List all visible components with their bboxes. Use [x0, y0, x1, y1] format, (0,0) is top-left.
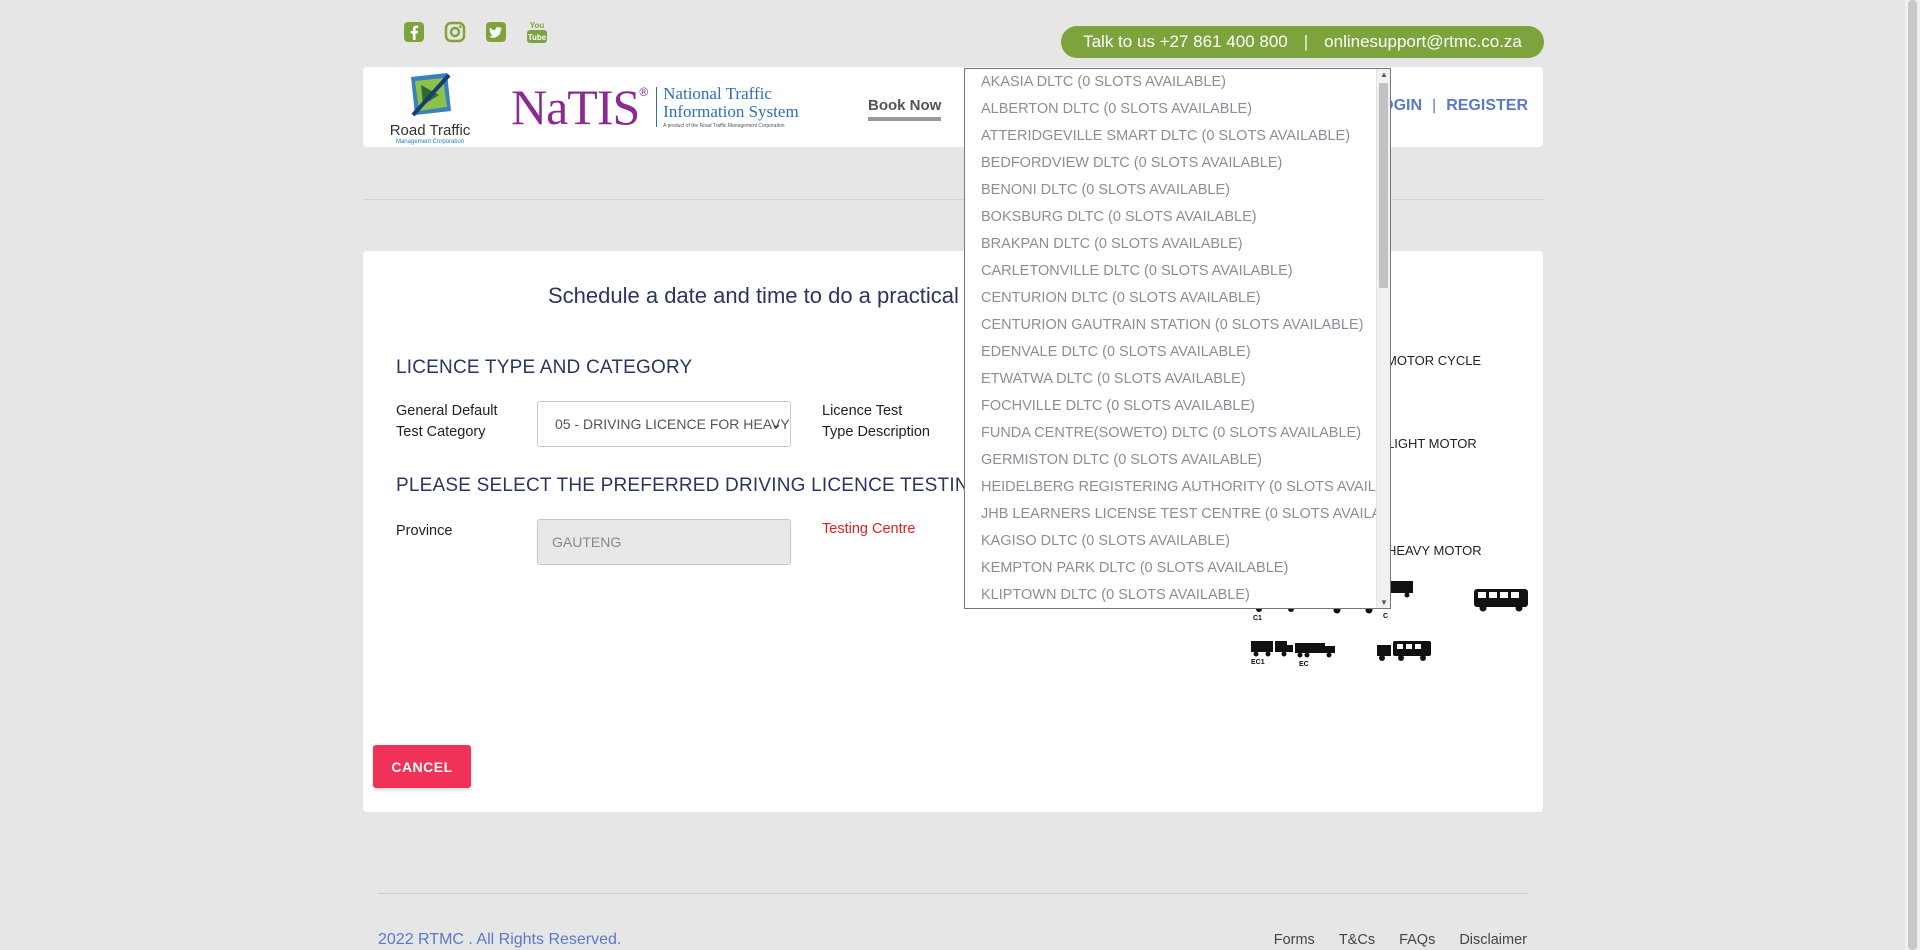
- testing-centre-option[interactable]: JHB LEARNERS LICENSE TEST CENTRE (0 SLOT…: [965, 501, 1390, 528]
- gdtc-label: General Default Test Category: [396, 401, 498, 443]
- testing-centre-option[interactable]: ETWATWA DLTC (0 SLOTS AVAILABLE): [965, 366, 1375, 393]
- category-desc-light: LIGHT MOTOR: [1387, 436, 1477, 451]
- copyright-text: 2022 RTMC . All Rights Reserved.: [378, 931, 622, 948]
- chevron-down-icon: ⌄: [771, 416, 782, 431]
- ltt-label-line1: Licence Test: [822, 403, 903, 419]
- svg-text:Tube: Tube: [528, 33, 547, 42]
- contact-email[interactable]: onlinesupport@rtmc.co.za: [1324, 32, 1522, 52]
- testing-centre-option[interactable]: BRAKPAN DLTC (0 SLOTS AVAILABLE): [965, 231, 1375, 258]
- rtmc-name: Road Traffic: [389, 122, 471, 139]
- rtmc-logo-icon: [411, 73, 451, 117]
- natis-name-block: National Traffic Information System A pr…: [663, 84, 799, 130]
- bus-icon: [1474, 589, 1528, 612]
- rtmc-subtitle: Management Corporation: [395, 139, 465, 145]
- auth-links: LOGIN | REGISTER: [1371, 97, 1528, 115]
- province-value: GAUTENG: [552, 534, 622, 550]
- truck-ec-icon: [1295, 643, 1335, 658]
- youtube-icon[interactable]: You Tube: [525, 20, 549, 44]
- truck-ec1-icon: [1251, 641, 1293, 657]
- natis-name-line1: National Traffic: [663, 84, 772, 103]
- testing-centre-option[interactable]: KEMPTON PARK DLTC (0 SLOTS AVAILABLE): [965, 555, 1375, 582]
- footer-link-tcs[interactable]: T&Cs: [1339, 932, 1375, 948]
- vehicle-caption-ec1: EC1: [1251, 659, 1265, 666]
- testing-centre-option[interactable]: BENONI DLTC (0 SLOTS AVAILABLE): [965, 177, 1375, 204]
- gdtc-label-line2: Test Category: [396, 424, 486, 440]
- twitter-icon[interactable]: [484, 20, 508, 44]
- vehicle-caption-c: C: [1383, 613, 1389, 620]
- testing-centre-option[interactable]: AKASIA DLTC (0 SLOTS AVAILABLE): [965, 69, 1375, 96]
- register-link[interactable]: REGISTER: [1446, 97, 1528, 115]
- book-now-link[interactable]: Book Now: [868, 97, 942, 121]
- testing-centre-option[interactable]: BEDFORDVIEW DLTC (0 SLOTS AVAILABLE): [965, 150, 1375, 177]
- natis-name-line2: Information System: [663, 102, 799, 121]
- ltt-label-line2: Type Description: [822, 424, 930, 440]
- contact-phone[interactable]: Talk to us +27 861 400 800: [1083, 32, 1288, 52]
- natis-logo[interactable]: NaTIS ® National Traffic Information Sys…: [511, 81, 799, 133]
- testing-centre-option[interactable]: GERMISTON DLTC (0 SLOTS AVAILABLE): [965, 447, 1375, 474]
- testing-centre-dropdown[interactable]: AKASIA DLTC (0 SLOTS AVAILABLE) ALBERTON …: [964, 68, 1391, 609]
- footer-link-forms[interactable]: Forms: [1274, 932, 1315, 948]
- contact-separator: |: [1303, 32, 1309, 51]
- page-scrollbar[interactable]: [1905, 0, 1920, 950]
- page-scroll-thumb[interactable]: [1908, 0, 1917, 950]
- testing-centre-option[interactable]: ATTERIDGEVILLE SMART DLTC (0 SLOTS AVAIL…: [965, 123, 1375, 150]
- vehicle-caption-c1: C1: [1253, 615, 1262, 622]
- footer-links: Forms T&Cs FAQs Disclaimer: [1274, 932, 1527, 948]
- gdtc-label-line1: General Default: [396, 403, 498, 419]
- testing-centre-option[interactable]: HEIDELBERG REGISTERING AUTHORITY (0 SLOT…: [965, 474, 1390, 501]
- testing-centre-option[interactable]: CENTURION DLTC (0 SLOTS AVAILABLE): [965, 285, 1375, 312]
- natis-divider: [656, 87, 658, 127]
- cancel-button[interactable]: CANCEL: [373, 745, 471, 788]
- footer-link-faqs[interactable]: FAQs: [1399, 932, 1435, 948]
- testing-centre-option[interactable]: CENTURION GAUTRAIN STATION (0 SLOTS AVAI…: [965, 312, 1375, 339]
- category-desc-heavy: HEAVY MOTOR: [1387, 543, 1482, 558]
- svg-text:You: You: [530, 21, 545, 30]
- page: You Tube Talk to us +27 861 400 800 | onl…: [0, 0, 1920, 950]
- dropdown-scroll-thumb[interactable]: [1379, 83, 1388, 288]
- ltt-label: Licence Test Type Description: [822, 401, 930, 443]
- footer-divider: [378, 893, 1528, 894]
- testing-centre-option[interactable]: KLIPTOWN DLTC (0 SLOTS AVAILABLE): [965, 582, 1375, 608]
- instagram-icon[interactable]: [443, 20, 467, 44]
- natis-registered-mark: ®: [639, 85, 649, 99]
- testing-centre-option[interactable]: FOCHVILLE DLTC (0 SLOTS AVAILABLE): [965, 393, 1375, 420]
- testing-centre-option[interactable]: BOKSBURG DLTC (0 SLOTS AVAILABLE): [965, 204, 1375, 231]
- licence-section-title: LICENCE TYPE AND CATEGORY: [396, 357, 693, 378]
- province-label: Province: [396, 523, 453, 539]
- province-field: GAUTENG: [537, 519, 791, 565]
- contact-bar: Talk to us +27 861 400 800 | onlinesuppo…: [1061, 26, 1544, 58]
- testing-centre-option[interactable]: KAGISO DLTC (0 SLOTS AVAILABLE): [965, 528, 1375, 555]
- testing-centre-option[interactable]: EDENVALE DLTC (0 SLOTS AVAILABLE): [965, 339, 1375, 366]
- scroll-up-icon[interactable]: ▲: [1380, 70, 1388, 79]
- test-category-value: 05 - DRIVING LICENCE FOR HEAVY MOTOR: [555, 416, 790, 432]
- natis-wordmark: NaTIS: [511, 79, 640, 135]
- footer-link-disclaimer[interactable]: Disclaimer: [1459, 932, 1527, 948]
- testing-centre-option[interactable]: FUNDA CENTRE(SOWETO) DLTC (0 SLOTS AVAIL…: [965, 420, 1375, 447]
- testing-centre-options: AKASIA DLTC (0 SLOTS AVAILABLE) ALBERTON …: [965, 69, 1390, 608]
- testing-centre-option[interactable]: CARLETONVILLE DLTC (0 SLOTS AVAILABLE): [965, 258, 1375, 285]
- scroll-down-icon[interactable]: ▼: [1380, 598, 1388, 607]
- natis-tagline: A product of the Road Traffic Management…: [663, 123, 785, 129]
- facebook-icon[interactable]: [402, 20, 426, 44]
- social-links: You Tube: [402, 20, 549, 44]
- dropdown-scrollbar[interactable]: ▲ ▼: [1376, 69, 1390, 608]
- auth-separator: |: [1432, 97, 1437, 114]
- vehicle-caption-ec: EC: [1299, 661, 1309, 668]
- testing-centre-label: Testing Centre: [822, 521, 916, 537]
- testing-centre-option[interactable]: ALBERTON DLTC (0 SLOTS AVAILABLE): [965, 96, 1375, 123]
- truck-bus-combo-icon: [1377, 641, 1431, 661]
- test-category-select[interactable]: 05 - DRIVING LICENCE FOR HEAVY MOTOR ⌄: [537, 401, 791, 447]
- rtmc-logo[interactable]: Road Traffic Management Corporation: [385, 71, 475, 145]
